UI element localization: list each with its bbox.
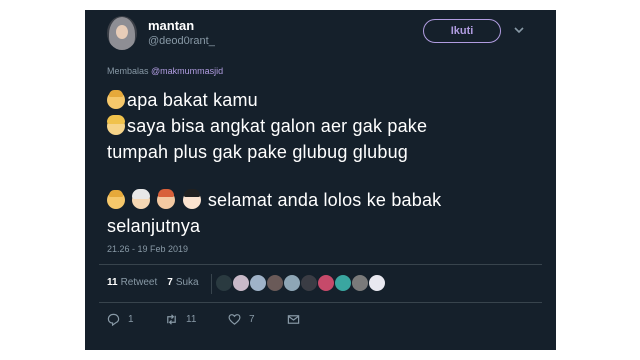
- old-woman-emoji: [132, 189, 151, 209]
- reply-mention-link[interactable]: @makmummasjid: [151, 66, 223, 76]
- avatar-face: [116, 25, 128, 39]
- tweet-text-3: tumpah plus gak pake glubug glubug: [107, 142, 409, 162]
- tweet-text-5: selanjutnya: [107, 216, 201, 236]
- chevron-down-icon[interactable]: [513, 24, 525, 36]
- display-name[interactable]: mantan: [148, 18, 194, 33]
- dark-hair-person-emoji: [182, 189, 201, 209]
- tweet-line-4: selamat anda lolos ke babak: [107, 189, 442, 211]
- retweet-action[interactable]: 11: [165, 312, 196, 326]
- liker-avatar[interactable]: [249, 274, 267, 292]
- retweets-label[interactable]: Retweet: [121, 277, 158, 288]
- like-count: 7: [249, 313, 255, 325]
- red-hair-man-emoji: [157, 189, 176, 209]
- likes-count[interactable]: 7: [167, 277, 173, 288]
- man-emoji: [107, 90, 125, 109]
- tweet-line-1: apa bakat kamu: [107, 90, 258, 111]
- retweet-icon: [167, 313, 176, 325]
- reply-prefix: Membalas: [107, 66, 149, 76]
- tweet-text-4: selamat anda lolos ke babak: [207, 190, 442, 210]
- heart-icon: [228, 313, 241, 325]
- reply-count: 1: [128, 313, 134, 325]
- tweet-card: mantan @deod0rant_ Ikuti Membalas @makmu…: [85, 10, 556, 350]
- reply-context: Membalas @makmummasjid: [107, 66, 223, 76]
- retweets-count[interactable]: 11: [107, 277, 118, 288]
- reply-icon: [107, 313, 120, 326]
- liker-avatar[interactable]: [351, 274, 369, 292]
- follow-button[interactable]: Ikuti: [423, 19, 501, 43]
- timestamp[interactable]: 21.26 - 19 Feb 2019: [107, 244, 188, 254]
- likes-label[interactable]: Suka: [176, 277, 199, 288]
- like-action[interactable]: 7: [228, 312, 255, 326]
- divider: [99, 264, 542, 265]
- envelope-icon: [287, 314, 300, 324]
- tweet-line-2: saya bisa angkat galon aer gak pake: [107, 115, 428, 137]
- user-handle[interactable]: @deod0rant_: [148, 35, 215, 47]
- tweet-line-3: tumpah plus gak pake glubug glubug: [107, 142, 408, 163]
- tweet-line-5: selanjutnya: [107, 216, 200, 237]
- liker-avatar[interactable]: [334, 274, 352, 292]
- woman-emoji: [107, 115, 125, 135]
- man-emoji: [107, 190, 125, 209]
- tweet-text-2: saya bisa angkat galon aer gak pake: [127, 116, 428, 136]
- liker-avatar[interactable]: [300, 274, 318, 292]
- liker-avatar[interactable]: [368, 274, 386, 292]
- reply-action[interactable]: 1: [107, 312, 134, 326]
- divider: [99, 302, 542, 303]
- avatar[interactable]: [107, 16, 137, 50]
- message-action[interactable]: [287, 312, 300, 326]
- retweet-count: 11: [186, 313, 197, 325]
- engagement-stats: 11 Retweet 7 Suka: [107, 277, 199, 288]
- liker-avatar[interactable]: [317, 274, 335, 292]
- liker-avatar[interactable]: [283, 274, 301, 292]
- liker-avatar[interactable]: [266, 274, 284, 292]
- tweet-text-1: apa bakat kamu: [127, 90, 258, 110]
- liker-avatar[interactable]: [232, 274, 250, 292]
- stats-separator: [211, 274, 212, 294]
- liker-avatar[interactable]: [215, 274, 233, 292]
